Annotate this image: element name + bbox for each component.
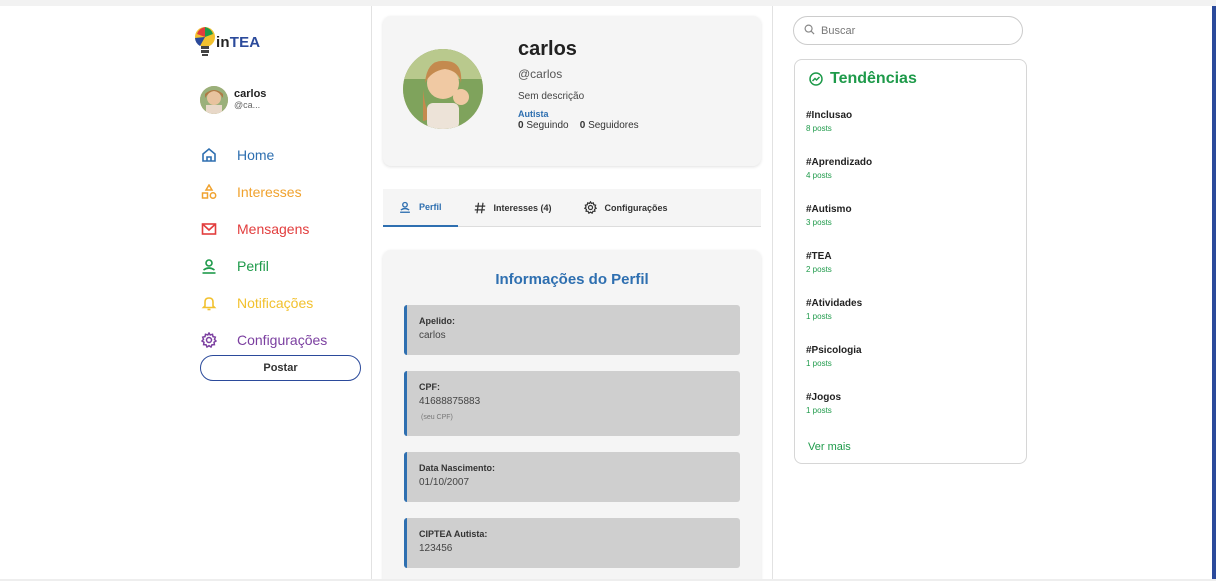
- shapes-icon: [200, 183, 218, 201]
- trend-tag: #Autismo: [806, 204, 852, 215]
- bell-icon: [200, 294, 218, 312]
- sidebar-item-configuracoes[interactable]: Configurações: [200, 321, 372, 358]
- post-button[interactable]: Postar: [200, 355, 361, 381]
- see-more-link[interactable]: Ver mais: [808, 441, 851, 453]
- field-value: 123456: [419, 543, 453, 554]
- logo-in: in: [216, 33, 230, 51]
- trend-item[interactable]: #Psicologia 1 posts: [806, 345, 862, 368]
- trend-posts: 4 posts: [806, 171, 832, 180]
- trends-title-text: Tendências: [830, 70, 917, 87]
- field-hint: (seu CPF): [421, 414, 453, 421]
- sidebar-nav: Home Interesses Mensagens Perfil Notific…: [200, 136, 372, 358]
- search-icon: [804, 22, 815, 40]
- field-data-nascimento[interactable]: Data Nascimento: 01/10/2007: [404, 452, 740, 502]
- tab-label: Configurações: [604, 202, 668, 213]
- profile-tabs: Perfil Interesses (4) Configurações: [383, 189, 761, 227]
- trend-posts: 1 posts: [806, 359, 832, 368]
- app-page: inTEA carlos @ca... Home Interesses Mens…: [0, 0, 1216, 581]
- info-title: Informações do Perfil: [495, 271, 649, 288]
- sidebar-item-home[interactable]: Home: [200, 136, 372, 173]
- sidebar-item-perfil[interactable]: Perfil: [200, 247, 372, 284]
- right-sidebar: Tendências #Inclusao 8 posts #Aprendizad…: [773, 6, 1216, 581]
- trend-posts: 8 posts: [806, 124, 832, 133]
- user-icon: [399, 201, 411, 213]
- profile-handle: @carlos: [518, 67, 563, 81]
- logo-text: inTEA: [216, 34, 260, 51]
- field-value: 41688875883: [419, 396, 481, 407]
- field-label: CPF:: [419, 382, 440, 392]
- user-icon: [200, 257, 218, 275]
- trend-tag: #Inclusao: [806, 110, 853, 121]
- tab-perfil[interactable]: Perfil: [383, 189, 458, 227]
- sidebar-item-interesses[interactable]: Interesses: [200, 173, 372, 210]
- left-sidebar: inTEA carlos @ca... Home Interesses Mens…: [180, 6, 372, 581]
- field-label: CIPTEA Autista:: [419, 529, 488, 539]
- sidebar-user[interactable]: carlos @ca...: [200, 86, 266, 114]
- profile-stats: 0 Seguindo 0 Seguidores: [518, 120, 639, 131]
- trend-item[interactable]: #Aprendizado 4 posts: [806, 157, 872, 180]
- sidebar-item-label: Notificações: [237, 294, 314, 311]
- trend-posts: 2 posts: [806, 265, 832, 274]
- following-label[interactable]: Seguindo: [526, 120, 568, 131]
- followers-count[interactable]: 0: [580, 120, 586, 131]
- gear-icon: [583, 201, 597, 214]
- tab-label: Interesses (4): [493, 202, 552, 213]
- sidebar-item-label: Home: [237, 146, 275, 163]
- profile-tag: Autista: [518, 109, 549, 119]
- trend-item[interactable]: #TEA 2 posts: [806, 251, 832, 274]
- tab-interesses[interactable]: Interesses (4): [458, 189, 568, 227]
- profile-card: carlos @carlos Sem descrição Autista 0 S…: [383, 16, 761, 166]
- field-label: Apelido:: [419, 316, 455, 326]
- field-cpf[interactable]: CPF: 41688875883 (seu CPF): [404, 371, 740, 436]
- tab-configuracoes[interactable]: Configurações: [568, 189, 684, 227]
- search-input[interactable]: [821, 24, 1001, 37]
- trend-tag: #Psicologia: [806, 345, 862, 356]
- trend-tag: #TEA: [806, 251, 832, 262]
- avatar: [200, 86, 228, 114]
- trend-item[interactable]: #Atividades 1 posts: [806, 298, 862, 321]
- profile-info-card: Informações do Perfil Apelido: carlos CP…: [383, 250, 761, 581]
- profile-avatar[interactable]: [403, 49, 483, 129]
- followers-label[interactable]: Seguidores: [588, 120, 639, 131]
- sidebar-item-label: Interesses: [237, 183, 302, 200]
- gear-icon: [200, 331, 218, 349]
- trending-icon: [809, 72, 823, 86]
- trend-tag: #Atividades: [806, 298, 863, 309]
- hashtag-icon: [474, 202, 486, 214]
- profile-name: carlos: [518, 38, 577, 60]
- field-apelido[interactable]: Apelido: carlos: [404, 305, 740, 355]
- trend-posts: 1 posts: [806, 406, 832, 415]
- logo-tea: TEA: [229, 33, 261, 51]
- sidebar-item-mensagens[interactable]: Mensagens: [200, 210, 372, 247]
- field-label: Data Nascimento:: [419, 463, 496, 473]
- scrollbar[interactable]: [1212, 6, 1216, 581]
- trend-posts: 3 posts: [806, 218, 832, 227]
- main-content: carlos @carlos Sem descrição Autista 0 S…: [372, 6, 773, 581]
- trend-item[interactable]: #Autismo 3 posts: [806, 204, 852, 227]
- trend-posts: 1 posts: [806, 312, 832, 321]
- sidebar-user-handle: @ca...: [234, 100, 261, 110]
- trend-tag: #Aprendizado: [806, 157, 873, 168]
- app-logo[interactable]: inTEA: [194, 22, 260, 62]
- following-count[interactable]: 0: [518, 120, 524, 131]
- tab-label: Perfil: [419, 201, 442, 212]
- field-ciptea[interactable]: CIPTEA Autista: 123456: [404, 518, 740, 568]
- field-value: 01/10/2007: [419, 477, 470, 488]
- trends-panel: Tendências #Inclusao 8 posts #Aprendizad…: [794, 59, 1027, 464]
- mail-icon: [200, 220, 218, 238]
- sidebar-user-name: carlos: [234, 88, 267, 100]
- trends-title: Tendências: [809, 70, 917, 88]
- trend-tag: #Jogos: [806, 392, 842, 403]
- profile-description: Sem descrição: [518, 91, 585, 102]
- sidebar-item-notificacoes[interactable]: Notificações: [200, 284, 372, 321]
- sidebar-item-label: Mensagens: [237, 220, 310, 237]
- trend-item[interactable]: #Inclusao 8 posts: [806, 110, 852, 133]
- lightbulb-logo-icon: [194, 26, 216, 58]
- sidebar-item-label: Perfil: [237, 257, 269, 274]
- sidebar-item-label: Configurações: [237, 331, 328, 348]
- trend-item[interactable]: #Jogos 1 posts: [806, 392, 841, 415]
- home-icon: [200, 146, 218, 164]
- search-box[interactable]: [793, 16, 1023, 45]
- field-value: carlos: [419, 330, 446, 341]
